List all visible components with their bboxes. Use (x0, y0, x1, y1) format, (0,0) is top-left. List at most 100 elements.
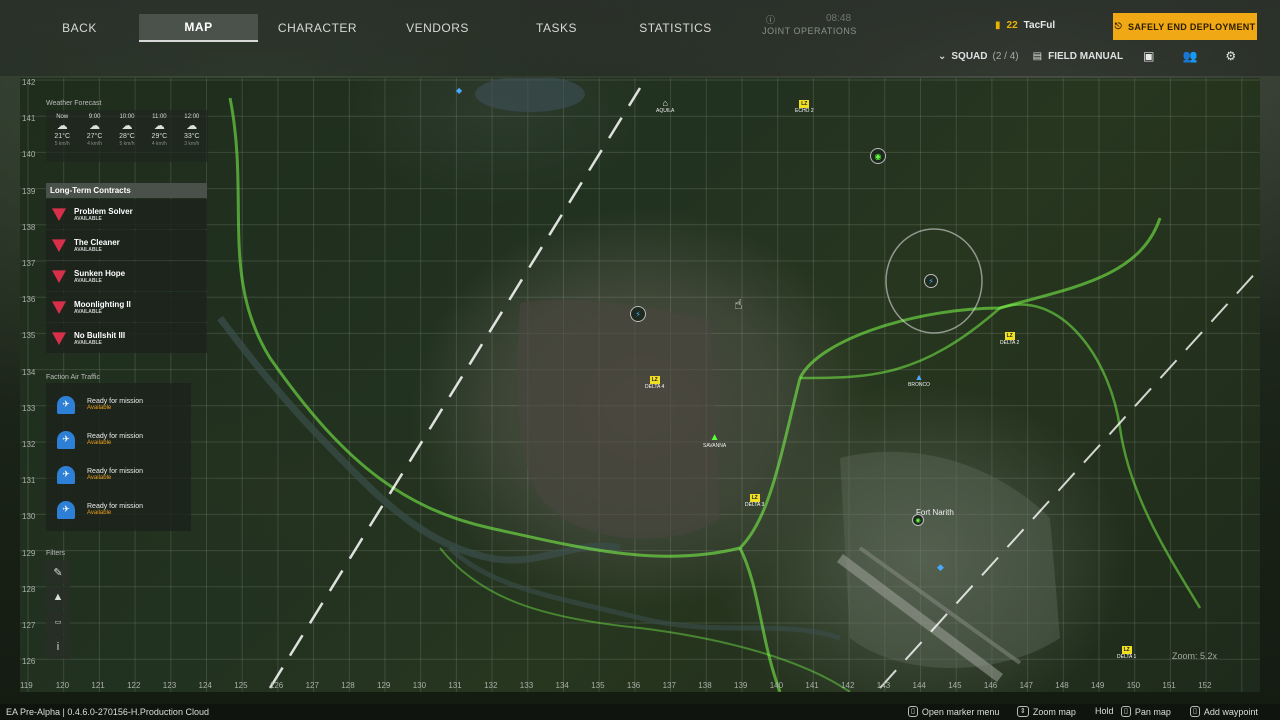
x-axis-label: 128 (341, 681, 355, 690)
y-axis-label: 133 (22, 403, 36, 413)
objective-icon[interactable]: ⚡ (924, 274, 938, 288)
water-marker-icon[interactable]: ◆ (456, 86, 462, 95)
air-status: Ready for mission (87, 398, 144, 405)
x-axis-label: 130 (412, 681, 427, 690)
y-axis-label: 131 (22, 476, 36, 486)
helicopter-icon: ✈ (57, 465, 75, 484)
x-axis-label: 152 (1198, 681, 1212, 690)
contract-item[interactable]: Problem Solver AVAILABLE (46, 199, 207, 229)
extraction-icon[interactable]: ◉ (870, 148, 886, 164)
air-availability: Available (87, 510, 112, 516)
x-axis-label: 134 (555, 681, 569, 690)
cloud-icon: ☁ (153, 120, 165, 132)
poi-aquila[interactable]: ⌂ AQUILA (656, 98, 674, 114)
tab-tasks[interactable]: TASKS (497, 14, 616, 42)
mouse-icon: ▯ (908, 706, 918, 717)
y-axis-label: 134 (22, 367, 36, 377)
top-bar: BACK MAP CHARACTER VENDORS TASKS STATIST… (0, 0, 1280, 76)
helicopter-icon: ✈ (57, 430, 75, 449)
objective-icon[interactable]: ⚡ (630, 306, 646, 322)
map-grid (20, 78, 1260, 692)
gear-icon[interactable]: ⚙ (1225, 49, 1236, 63)
contract-status: AVAILABLE (74, 246, 102, 253)
air-traffic-item[interactable]: ✈ Ready for mission Available (46, 492, 191, 527)
squad-count: (2 / 4) (992, 50, 1019, 62)
contract-item[interactable]: The Cleaner AVAILABLE (46, 230, 207, 260)
y-axis-label: 126 (22, 657, 36, 667)
swamp-area (517, 299, 720, 539)
contract-status: AVAILABLE (74, 308, 102, 315)
y-axis-label: 140 (22, 150, 36, 160)
exit-icon: ⎋ (1114, 21, 1123, 31)
x-axis-label: 133 (519, 681, 534, 690)
lz-filter-icon[interactable]: ▭ (46, 610, 70, 634)
book-icon: ▤ (1032, 50, 1043, 62)
contract-name: Moonlighting II (74, 299, 131, 309)
contract-icon (52, 301, 66, 314)
lock-icon: ⓘ (766, 15, 776, 25)
lz-echo2[interactable]: LZ ECHO 2 (795, 100, 814, 114)
air-traffic-item[interactable]: ✈ Ready for mission Available (46, 387, 191, 422)
tab-vendors[interactable]: VENDORS (378, 14, 497, 42)
air-traffic-item[interactable]: ✈ Ready for mission Available (46, 457, 191, 492)
map-view[interactable]: 142 141 140 139 138 137 136 135 134 133 132 131 130 1… (20, 78, 1260, 692)
weather-temp: 33°C (183, 133, 200, 140)
x-axis-label: 137 (662, 681, 676, 690)
helicopter-filter-icon[interactable]: ▲ (46, 585, 70, 609)
field-manual-label: FIELD MANUAL (1048, 50, 1124, 62)
chat-icon[interactable]: ▣ (1143, 49, 1154, 63)
lz-delta4[interactable]: LZ DELTA 4 (645, 376, 664, 390)
tab-character[interactable]: CHARACTER (258, 14, 377, 42)
x-axis-label: 150 (1126, 681, 1141, 690)
mouse-cursor-icon: ☝ (734, 296, 743, 312)
pencil-icon[interactable]: ✎ (46, 560, 70, 584)
info-icon[interactable]: i (46, 635, 70, 659)
field-manual-button[interactable]: ▤ FIELD MANUAL (1033, 51, 1123, 62)
contract-item[interactable]: Sunken Hope AVAILABLE (46, 261, 207, 291)
y-axis-label: 137 (22, 259, 36, 268)
lz-delta2[interactable]: LZ DELTA 2 (1000, 332, 1019, 346)
weather-wind: 5 km/h (54, 141, 70, 147)
player-level: 22 (1006, 20, 1018, 31)
lz-delta3[interactable]: LZ DELTA 3 (745, 494, 764, 508)
extraction-icon[interactable]: ◉ (912, 514, 924, 526)
weather-item: 12:00 ☁ 33°C 3 km/h (184, 114, 200, 162)
weather-forecast-panel: Weather Forecast Now ☁ 21°C 5 km/h 9:00 ☁ 27°C… (46, 100, 208, 162)
tab-joint-operations[interactable]: JOINT OPERATIONS (750, 24, 869, 38)
helicopter-icon: ✈ (57, 395, 75, 414)
friends-icon[interactable]: 👥 (1182, 49, 1197, 63)
scroll-icon: ⇕ (1017, 706, 1029, 717)
contract-item[interactable]: Moonlighting II AVAILABLE (46, 292, 207, 322)
squad-dropdown[interactable]: ⌄ SQUAD (2 / 4) (938, 51, 1019, 62)
x-axis-label: 119 (20, 681, 33, 690)
sub-bar: ⌄ SQUAD (2 / 4) ▤ FIELD MANUAL ▣ 👥 ⚙ (938, 48, 1236, 64)
safely-end-deployment-button[interactable]: ⎋ SAFELY END DEPLOYMENT (1113, 13, 1257, 40)
contract-icon (52, 332, 66, 345)
lz-delta1[interactable]: LZ DELTA 1 (1117, 646, 1136, 660)
tab-back[interactable]: BACK (20, 14, 139, 42)
player-name: TacFul (1023, 20, 1056, 31)
tab-statistics[interactable]: STATISTICS (616, 14, 735, 42)
hint-pan-map: ▯ Pan map (1121, 706, 1171, 717)
x-axis-label: 146 (983, 681, 998, 690)
tab-map[interactable]: MAP (139, 14, 258, 42)
air-traffic-item[interactable]: ✈ Ready for mission Available (46, 422, 191, 457)
contract-item[interactable]: No Bullshit III AVAILABLE (46, 323, 207, 353)
x-axis-label: 122 (127, 681, 141, 690)
x-axis-label: 144 (912, 681, 926, 690)
y-axis-label: 128 (22, 584, 36, 594)
contract-name: No Bullshit III (74, 330, 126, 340)
weather-item: 9:00 ☁ 27°C 4 km/h (87, 114, 103, 162)
route-line (738, 547, 782, 692)
vehicle-marker-icon[interactable]: ◆ (937, 562, 944, 573)
y-axis-label: 130 (22, 512, 36, 522)
poi-savanna[interactable]: ▲ SAVANNA (703, 432, 726, 449)
build-version: EA Pre-Alpha | 0.4.6.0-270156-H.Producti… (6, 707, 209, 717)
weather-item: 10:00 ☁ 28°C 5 km/h (119, 114, 135, 162)
lake (475, 78, 585, 112)
filters-panel: Filters ✎ ▲ ▭ i (46, 550, 70, 659)
hint-zoom-map: ⇕ Zoom map (1017, 706, 1076, 717)
poi-bronco[interactable]: ▲ BRONCO (908, 372, 930, 388)
x-axis-label: 143 (876, 681, 891, 690)
x-axis-label: 126 (269, 681, 284, 690)
